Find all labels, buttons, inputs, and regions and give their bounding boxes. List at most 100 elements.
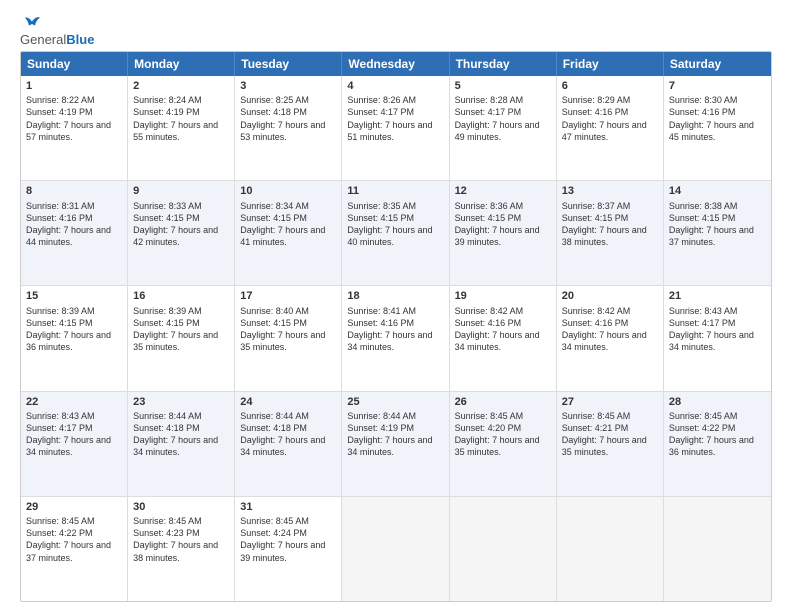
cal-cell-7: 7Sunrise: 8:30 AM Sunset: 4:16 PM Daylig… (664, 76, 771, 180)
cal-header-saturday: Saturday (664, 52, 771, 76)
logo-bird-icon (22, 16, 42, 32)
cal-cell-9: 9Sunrise: 8:33 AM Sunset: 4:15 PM Daylig… (128, 181, 235, 285)
cal-cell-info-11: Sunrise: 8:35 AM Sunset: 4:15 PM Dayligh… (347, 200, 443, 249)
cal-cell-15: 15Sunrise: 8:39 AM Sunset: 4:15 PM Dayli… (21, 286, 128, 390)
day-number-18: 18 (347, 289, 443, 303)
cal-cell-13: 13Sunrise: 8:37 AM Sunset: 4:15 PM Dayli… (557, 181, 664, 285)
cal-cell-23: 23Sunrise: 8:44 AM Sunset: 4:18 PM Dayli… (128, 392, 235, 496)
cal-cell-1: 1Sunrise: 8:22 AM Sunset: 4:19 PM Daylig… (21, 76, 128, 180)
day-number-2: 2 (133, 79, 229, 93)
day-number-26: 26 (455, 395, 551, 409)
logo-blue-label: Blue (66, 32, 94, 47)
cal-cell-info-5: Sunrise: 8:28 AM Sunset: 4:17 PM Dayligh… (455, 94, 551, 143)
cal-cell-empty (557, 497, 664, 601)
cal-cell-12: 12 Sunrise: 8:36 AM Sunset: 4:15 PM Dayli… (450, 181, 557, 285)
cal-cell-info-30: Sunrise: 8:45 AM Sunset: 4:23 PM Dayligh… (133, 515, 229, 564)
cal-cell-info-22: Sunrise: 8:43 AM Sunset: 4:17 PM Dayligh… (26, 410, 122, 459)
day-number-21: 21 (669, 289, 766, 303)
cal-cell-5: 5Sunrise: 8:28 AM Sunset: 4:17 PM Daylig… (450, 76, 557, 180)
cal-cell-14: 14 Sunrise: 8:38 AM Sunset: 4:15 PM Dayli… (664, 181, 771, 285)
cal-cell-6: 6Sunrise: 8:29 AM Sunset: 4:16 PM Daylig… (557, 76, 664, 180)
day-number-25: 25 (347, 395, 443, 409)
cal-cell-info-14: Sunrise: 8:38 AM Sunset: 4:15 PM Dayligh… (669, 200, 766, 249)
day-number-22: 22 (26, 395, 122, 409)
cal-cell-info-19: Sunrise: 8:42 AM Sunset: 4:16 PM Dayligh… (455, 305, 551, 354)
day-number-31: 31 (240, 500, 336, 514)
cal-cell-11: 11 Sunrise: 8:35 AM Sunset: 4:15 PM Dayli… (342, 181, 449, 285)
calendar-body: 1Sunrise: 8:22 AM Sunset: 4:19 PM Daylig… (21, 76, 771, 601)
cal-cell-info-27: Sunrise: 8:45 AM Sunset: 4:21 PM Dayligh… (562, 410, 658, 459)
day-number-27: 27 (562, 395, 658, 409)
logo-general-label: General (20, 32, 66, 47)
cal-cell-info-13: Sunrise: 8:37 AM Sunset: 4:15 PM Dayligh… (562, 200, 658, 249)
day-number-15: 15 (26, 289, 122, 303)
cal-cell-21: 21 Sunrise: 8:43 AM Sunset: 4:17 PM Dayli… (664, 286, 771, 390)
day-number-28: 28 (669, 395, 766, 409)
cal-cell-2: 2Sunrise: 8:24 AM Sunset: 4:19 PM Daylig… (128, 76, 235, 180)
cal-cell-info-21: Sunrise: 8:43 AM Sunset: 4:17 PM Dayligh… (669, 305, 766, 354)
cal-cell-info-4: Sunrise: 8:26 AM Sunset: 4:17 PM Dayligh… (347, 94, 443, 143)
cal-cell-info-18: Sunrise: 8:41 AM Sunset: 4:16 PM Dayligh… (347, 305, 443, 354)
cal-cell-26: 26Sunrise: 8:45 AM Sunset: 4:20 PM Dayli… (450, 392, 557, 496)
day-number-19: 19 (455, 289, 551, 303)
cal-row-4: 29Sunrise: 8:45 AM Sunset: 4:22 PM Dayli… (21, 496, 771, 601)
cal-cell-info-10: Sunrise: 8:34 AM Sunset: 4:15 PM Dayligh… (240, 200, 336, 249)
cal-header-wednesday: Wednesday (342, 52, 449, 76)
cal-cell-info-12: Sunrise: 8:36 AM Sunset: 4:15 PM Dayligh… (455, 200, 551, 249)
cal-cell-info-23: Sunrise: 8:44 AM Sunset: 4:18 PM Dayligh… (133, 410, 229, 459)
cal-cell-info-2: Sunrise: 8:24 AM Sunset: 4:19 PM Dayligh… (133, 94, 229, 143)
cal-cell-16: 16Sunrise: 8:39 AM Sunset: 4:15 PM Dayli… (128, 286, 235, 390)
cal-cell-4: 4Sunrise: 8:26 AM Sunset: 4:17 PM Daylig… (342, 76, 449, 180)
cal-cell-info-24: Sunrise: 8:44 AM Sunset: 4:18 PM Dayligh… (240, 410, 336, 459)
day-number-24: 24 (240, 395, 336, 409)
day-number-29: 29 (26, 500, 122, 514)
cal-cell-info-28: Sunrise: 8:45 AM Sunset: 4:22 PM Dayligh… (669, 410, 766, 459)
day-number-12: 12 (455, 184, 551, 198)
cal-cell-info-17: Sunrise: 8:40 AM Sunset: 4:15 PM Dayligh… (240, 305, 336, 354)
logo-text (20, 16, 42, 32)
cal-cell-empty (342, 497, 449, 601)
day-number-5: 5 (455, 79, 551, 93)
cal-cell-info-1: Sunrise: 8:22 AM Sunset: 4:19 PM Dayligh… (26, 94, 122, 143)
cal-row-0: 1Sunrise: 8:22 AM Sunset: 4:19 PM Daylig… (21, 76, 771, 180)
cal-cell-info-8: Sunrise: 8:31 AM Sunset: 4:16 PM Dayligh… (26, 200, 122, 249)
cal-header-monday: Monday (128, 52, 235, 76)
day-number-8: 8 (26, 184, 122, 198)
cal-row-2: 15Sunrise: 8:39 AM Sunset: 4:15 PM Dayli… (21, 285, 771, 390)
cal-cell-info-9: Sunrise: 8:33 AM Sunset: 4:15 PM Dayligh… (133, 200, 229, 249)
cal-cell-22: 22Sunrise: 8:43 AM Sunset: 4:17 PM Dayli… (21, 392, 128, 496)
cal-cell-empty (664, 497, 771, 601)
cal-cell-30: 30Sunrise: 8:45 AM Sunset: 4:23 PM Dayli… (128, 497, 235, 601)
day-number-23: 23 (133, 395, 229, 409)
cal-cell-27: 27Sunrise: 8:45 AM Sunset: 4:21 PM Dayli… (557, 392, 664, 496)
cal-cell-info-31: Sunrise: 8:45 AM Sunset: 4:24 PM Dayligh… (240, 515, 336, 564)
calendar-header: SundayMondayTuesdayWednesdayThursdayFrid… (21, 52, 771, 76)
cal-header-tuesday: Tuesday (235, 52, 342, 76)
day-number-7: 7 (669, 79, 766, 93)
day-number-16: 16 (133, 289, 229, 303)
cal-cell-18: 18 Sunrise: 8:41 AM Sunset: 4:16 PM Dayli… (342, 286, 449, 390)
cal-cell-29: 29Sunrise: 8:45 AM Sunset: 4:22 PM Dayli… (21, 497, 128, 601)
logo: General Blue (20, 16, 94, 47)
day-number-11: 11 (347, 184, 443, 198)
cal-cell-info-26: Sunrise: 8:45 AM Sunset: 4:20 PM Dayligh… (455, 410, 551, 459)
cal-cell-info-25: Sunrise: 8:44 AM Sunset: 4:19 PM Dayligh… (347, 410, 443, 459)
day-number-20: 20 (562, 289, 658, 303)
day-number-30: 30 (133, 500, 229, 514)
day-number-4: 4 (347, 79, 443, 93)
cal-cell-3: 3Sunrise: 8:25 AM Sunset: 4:18 PM Daylig… (235, 76, 342, 180)
cal-header-friday: Friday (557, 52, 664, 76)
cal-header-sunday: Sunday (21, 52, 128, 76)
day-number-10: 10 (240, 184, 336, 198)
day-number-3: 3 (240, 79, 336, 93)
page: General Blue SundayMondayTuesdayWednesda… (0, 0, 792, 612)
cal-cell-info-20: Sunrise: 8:42 AM Sunset: 4:16 PM Dayligh… (562, 305, 658, 354)
cal-cell-info-29: Sunrise: 8:45 AM Sunset: 4:22 PM Dayligh… (26, 515, 122, 564)
day-number-6: 6 (562, 79, 658, 93)
cal-row-1: 8 Sunrise: 8:31 AM Sunset: 4:16 PM Daylig… (21, 180, 771, 285)
day-number-14: 14 (669, 184, 766, 198)
cal-cell-31: 31Sunrise: 8:45 AM Sunset: 4:24 PM Dayli… (235, 497, 342, 601)
cal-cell-8: 8 Sunrise: 8:31 AM Sunset: 4:16 PM Daylig… (21, 181, 128, 285)
cal-row-3: 22Sunrise: 8:43 AM Sunset: 4:17 PM Dayli… (21, 391, 771, 496)
cal-cell-info-3: Sunrise: 8:25 AM Sunset: 4:18 PM Dayligh… (240, 94, 336, 143)
